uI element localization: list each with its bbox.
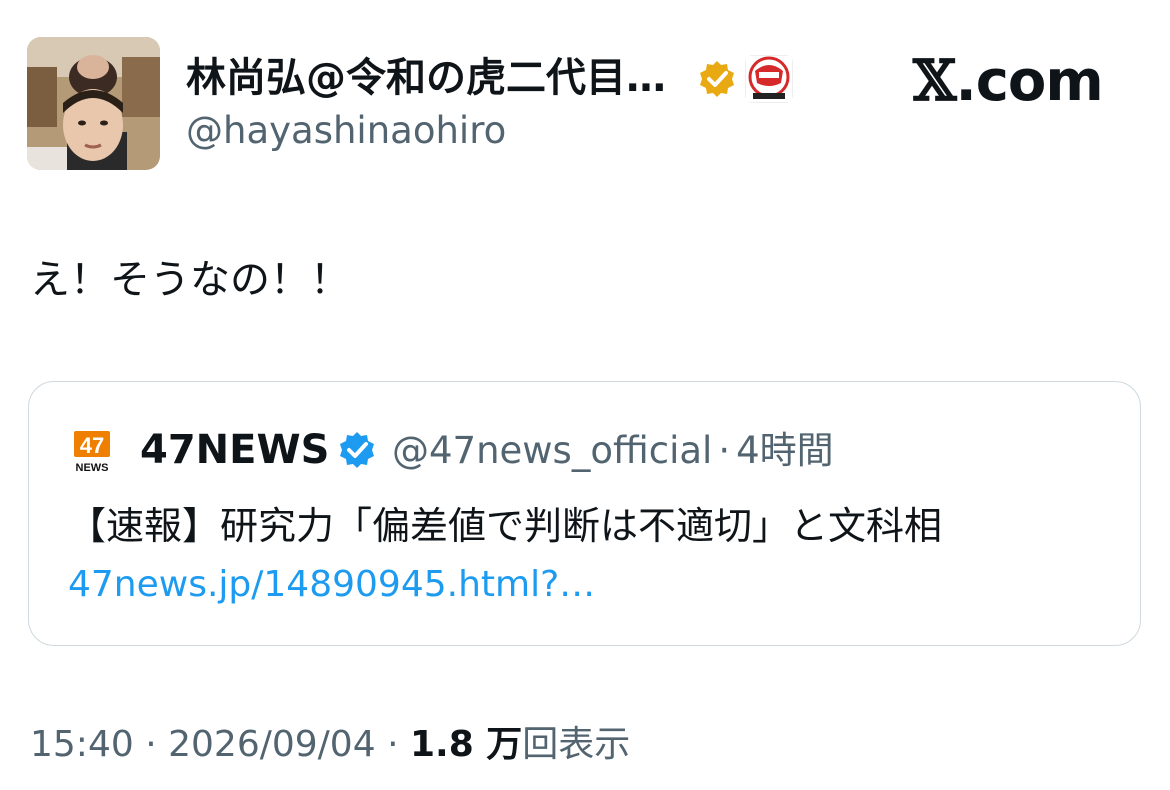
tweet-meta: 15:40 · 2026/09/04 · 1.8 万回表示 xyxy=(30,722,630,768)
logo-number: 47 xyxy=(80,433,104,458)
views-label: 回表示 xyxy=(522,724,631,765)
brand-suffix: .com xyxy=(955,49,1103,114)
affiliate-logo-icon[interactable] xyxy=(745,55,793,103)
separator: · xyxy=(718,429,731,472)
user-handle[interactable]: @hayashinaohiro xyxy=(186,108,506,154)
quote-text: 【速報】研究力「偏差値で判断は不適切」と文科相 xyxy=(68,504,943,548)
quote-handle-line: @47news_official · 4時間 xyxy=(392,427,834,475)
quote-handle[interactable]: @47news_official xyxy=(392,429,712,472)
post-time[interactable]: 15:40 xyxy=(30,724,134,765)
quote-time[interactable]: 4時間 xyxy=(736,429,834,472)
47news-logo-icon[interactable]: 47 NEWS xyxy=(65,423,119,477)
view-count: 1.8 万 xyxy=(409,724,523,765)
avatar[interactable] xyxy=(27,37,160,170)
blue-verified-badge-icon xyxy=(337,430,377,470)
x-icon: 𝕏 xyxy=(913,48,956,114)
post-date[interactable]: 2026/09/04 xyxy=(168,724,376,765)
quote-link[interactable]: 47news.jp/14890945.html?… xyxy=(68,562,595,608)
display-name[interactable]: 林尚弘@令和の虎二代目… xyxy=(186,54,666,102)
logo-subtext: NEWS xyxy=(76,462,109,474)
separator: · xyxy=(387,724,399,765)
quote-display-name[interactable]: 47NEWS xyxy=(140,425,329,475)
separator: · xyxy=(145,724,157,765)
x-logo: 𝕏.com xyxy=(913,48,1104,114)
gold-verified-badge-icon xyxy=(697,59,737,99)
tweet-text: え！そうなの！！ xyxy=(30,257,350,303)
